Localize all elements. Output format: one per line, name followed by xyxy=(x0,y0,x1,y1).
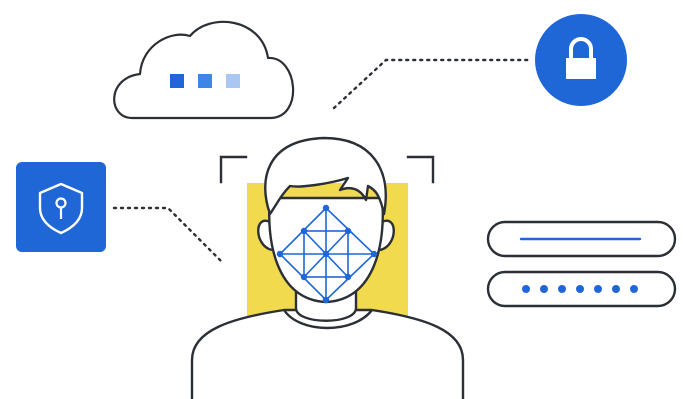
face-scan-icon xyxy=(190,136,465,399)
shield-keyhole-icon xyxy=(16,162,106,252)
lock-icon xyxy=(535,14,627,106)
cloud-status-dot-1 xyxy=(170,74,184,88)
username-field-icon xyxy=(486,220,677,258)
cloud-icon xyxy=(113,20,295,120)
dotted-connector-lock xyxy=(332,58,532,110)
dotted-connector-shield xyxy=(112,206,224,264)
password-field-icon xyxy=(486,270,677,308)
illustration-canvas xyxy=(16,14,677,399)
face-recognition-security-illustration xyxy=(0,0,683,399)
cloud-status-dot-3 xyxy=(226,74,240,88)
cloud-status-dot-2 xyxy=(198,74,212,88)
